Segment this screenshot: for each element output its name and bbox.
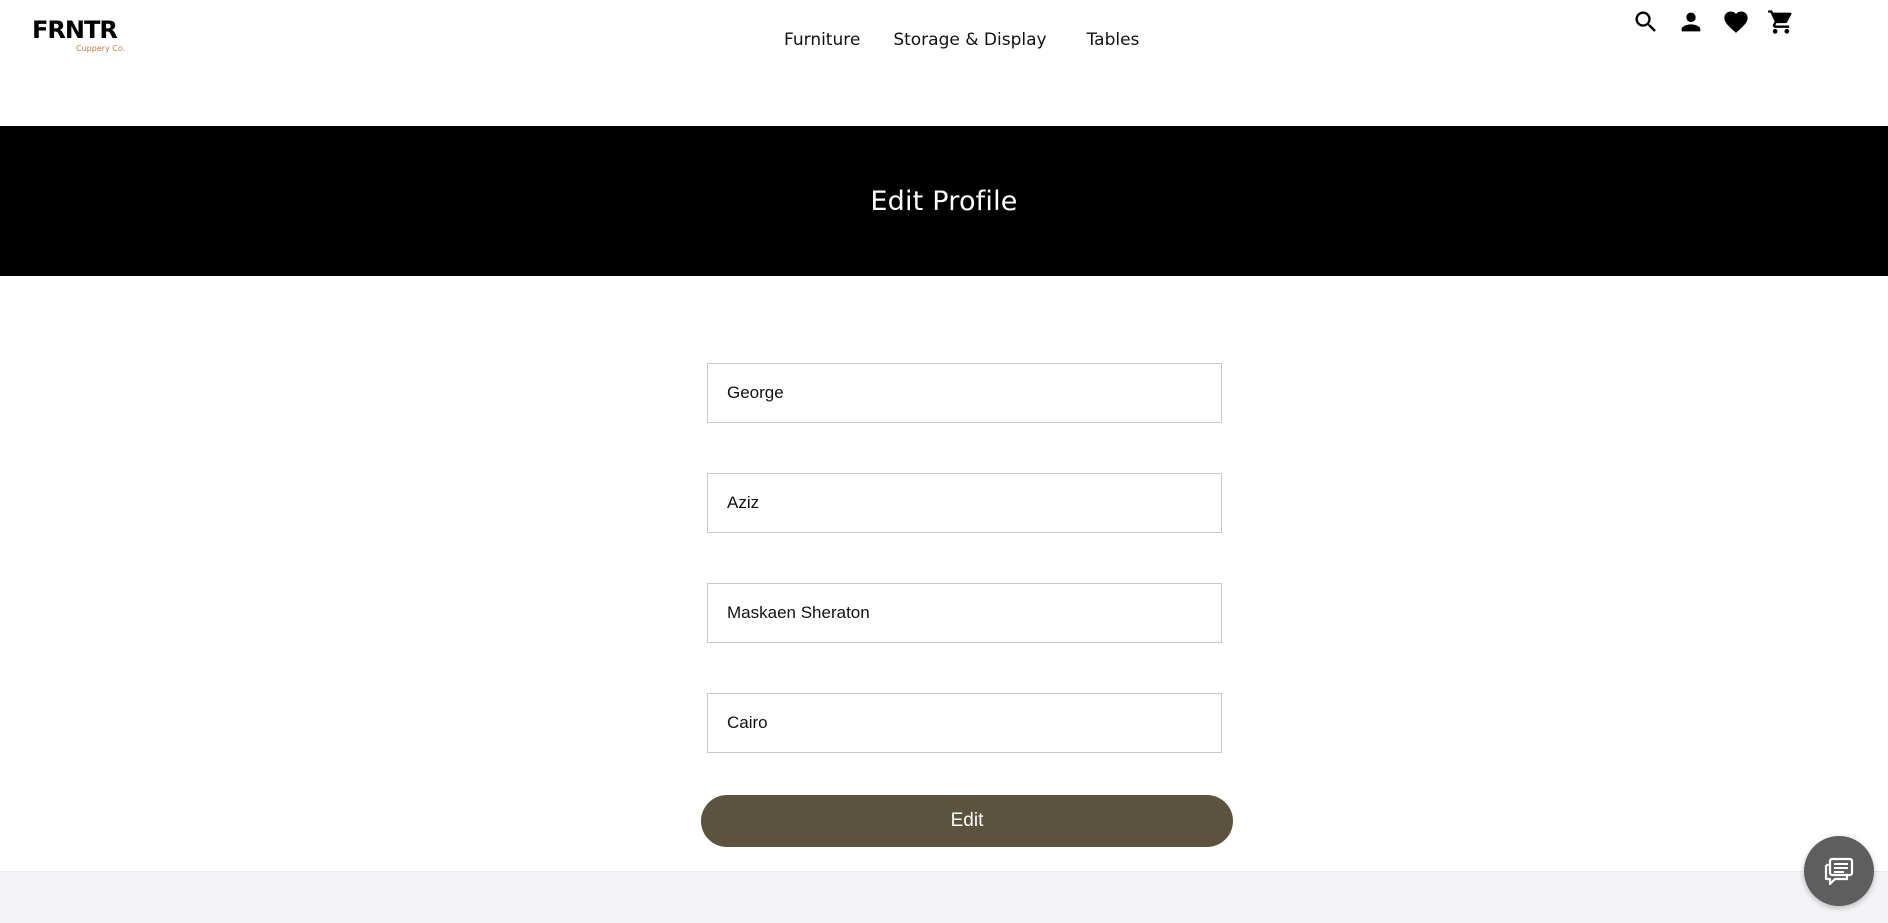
- brand-tagline: Cuppery Co.: [76, 44, 126, 53]
- edit-profile-form: [707, 363, 1222, 753]
- chat-widget-button[interactable]: [1804, 836, 1874, 906]
- brand-name: FRNTR: [32, 16, 118, 44]
- city-field[interactable]: [707, 693, 1222, 753]
- nav-item-storage-display[interactable]: Storage & Display: [893, 28, 1046, 52]
- brand-logo[interactable]: FRNTR Cuppery Co.: [32, 16, 132, 56]
- nav-item-tables[interactable]: Tables: [1087, 28, 1140, 52]
- account-icon[interactable]: [1677, 8, 1705, 36]
- search-icon[interactable]: [1632, 8, 1660, 36]
- header-actions: [1632, 8, 1795, 36]
- footer: [0, 871, 1888, 923]
- heart-icon[interactable]: [1722, 8, 1750, 36]
- chat-icon: [1824, 857, 1854, 886]
- first-name-field[interactable]: [707, 363, 1222, 423]
- last-name-field[interactable]: [707, 473, 1222, 533]
- address-field[interactable]: [707, 583, 1222, 643]
- edit-button[interactable]: Edit: [701, 795, 1233, 847]
- cart-icon[interactable]: [1767, 8, 1795, 36]
- main-nav: Furniture Storage & Display Tables: [784, 28, 1139, 52]
- page-banner: Edit Profile: [0, 126, 1888, 276]
- page-title: Edit Profile: [870, 185, 1018, 217]
- site-header: FRNTR Cuppery Co. Furniture Storage & Di…: [0, 0, 1888, 126]
- nav-item-furniture[interactable]: Furniture: [784, 28, 860, 52]
